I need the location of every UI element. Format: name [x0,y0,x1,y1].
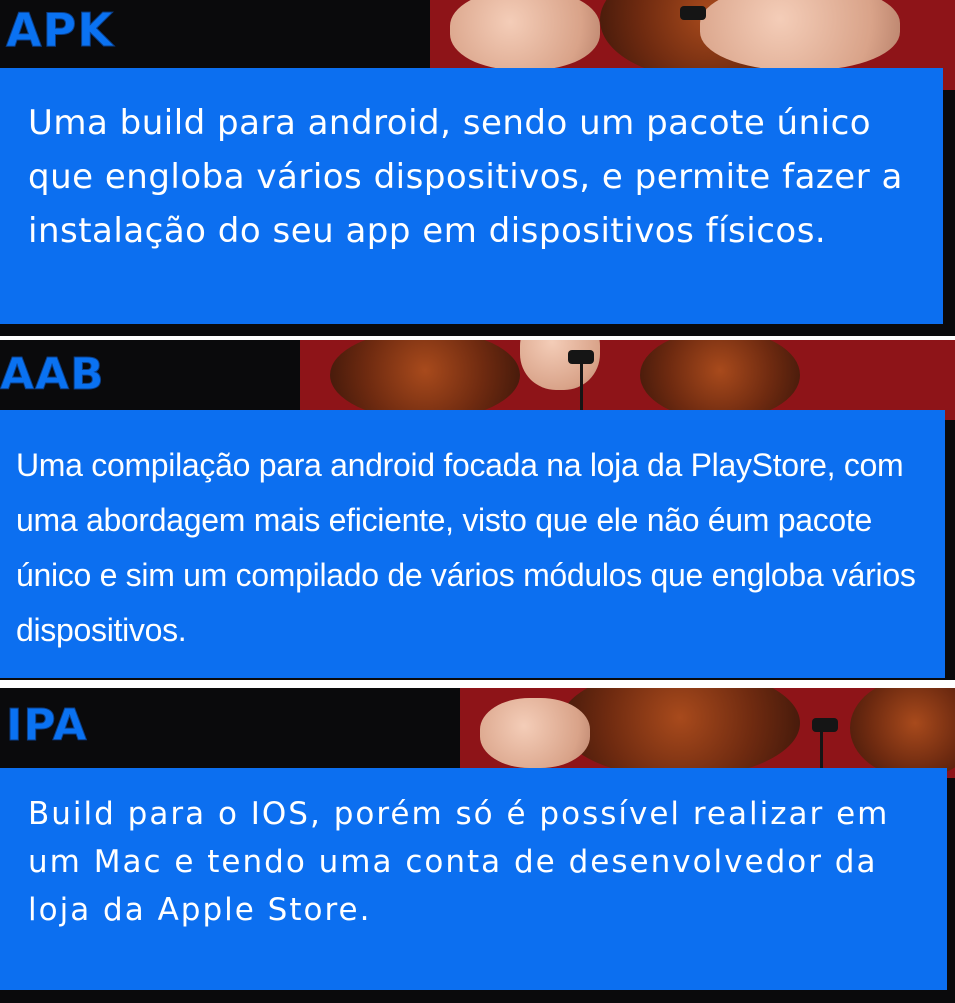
apk-heading: APK [6,3,114,58]
apk-description: Uma build para android, sendo um pacote … [28,103,903,251]
presenter-hand-right [700,0,900,70]
presenter-hand-left [450,0,600,70]
mic-wire [820,732,823,772]
aab-description: Uma compilação para android focada na lo… [16,447,916,648]
divider [0,680,955,688]
apk-description-box: Uma build para android, sendo um pacote … [0,68,943,324]
ipa-heading: IPA [6,700,88,752]
aab-description-box: Uma compilação para android focada na lo… [0,410,945,678]
mic-wire [580,364,583,414]
ipa-description: Build para o IOS, porém só é possível re… [28,796,890,928]
lapel-mic-icon [812,718,838,732]
presenter-hand [480,698,590,768]
aab-heading: AAB [0,349,105,401]
apk-panel: APK Uma build para android, sendo um pac… [0,0,955,336]
aab-panel: AAB Uma compilação para android focada n… [0,340,955,680]
lapel-mic-icon [680,6,706,20]
ipa-panel: IPA Build para o IOS, porém só é possíve… [0,688,955,1003]
ipa-description-box: Build para o IOS, porém só é possível re… [0,768,947,990]
lapel-mic-icon [568,350,594,364]
